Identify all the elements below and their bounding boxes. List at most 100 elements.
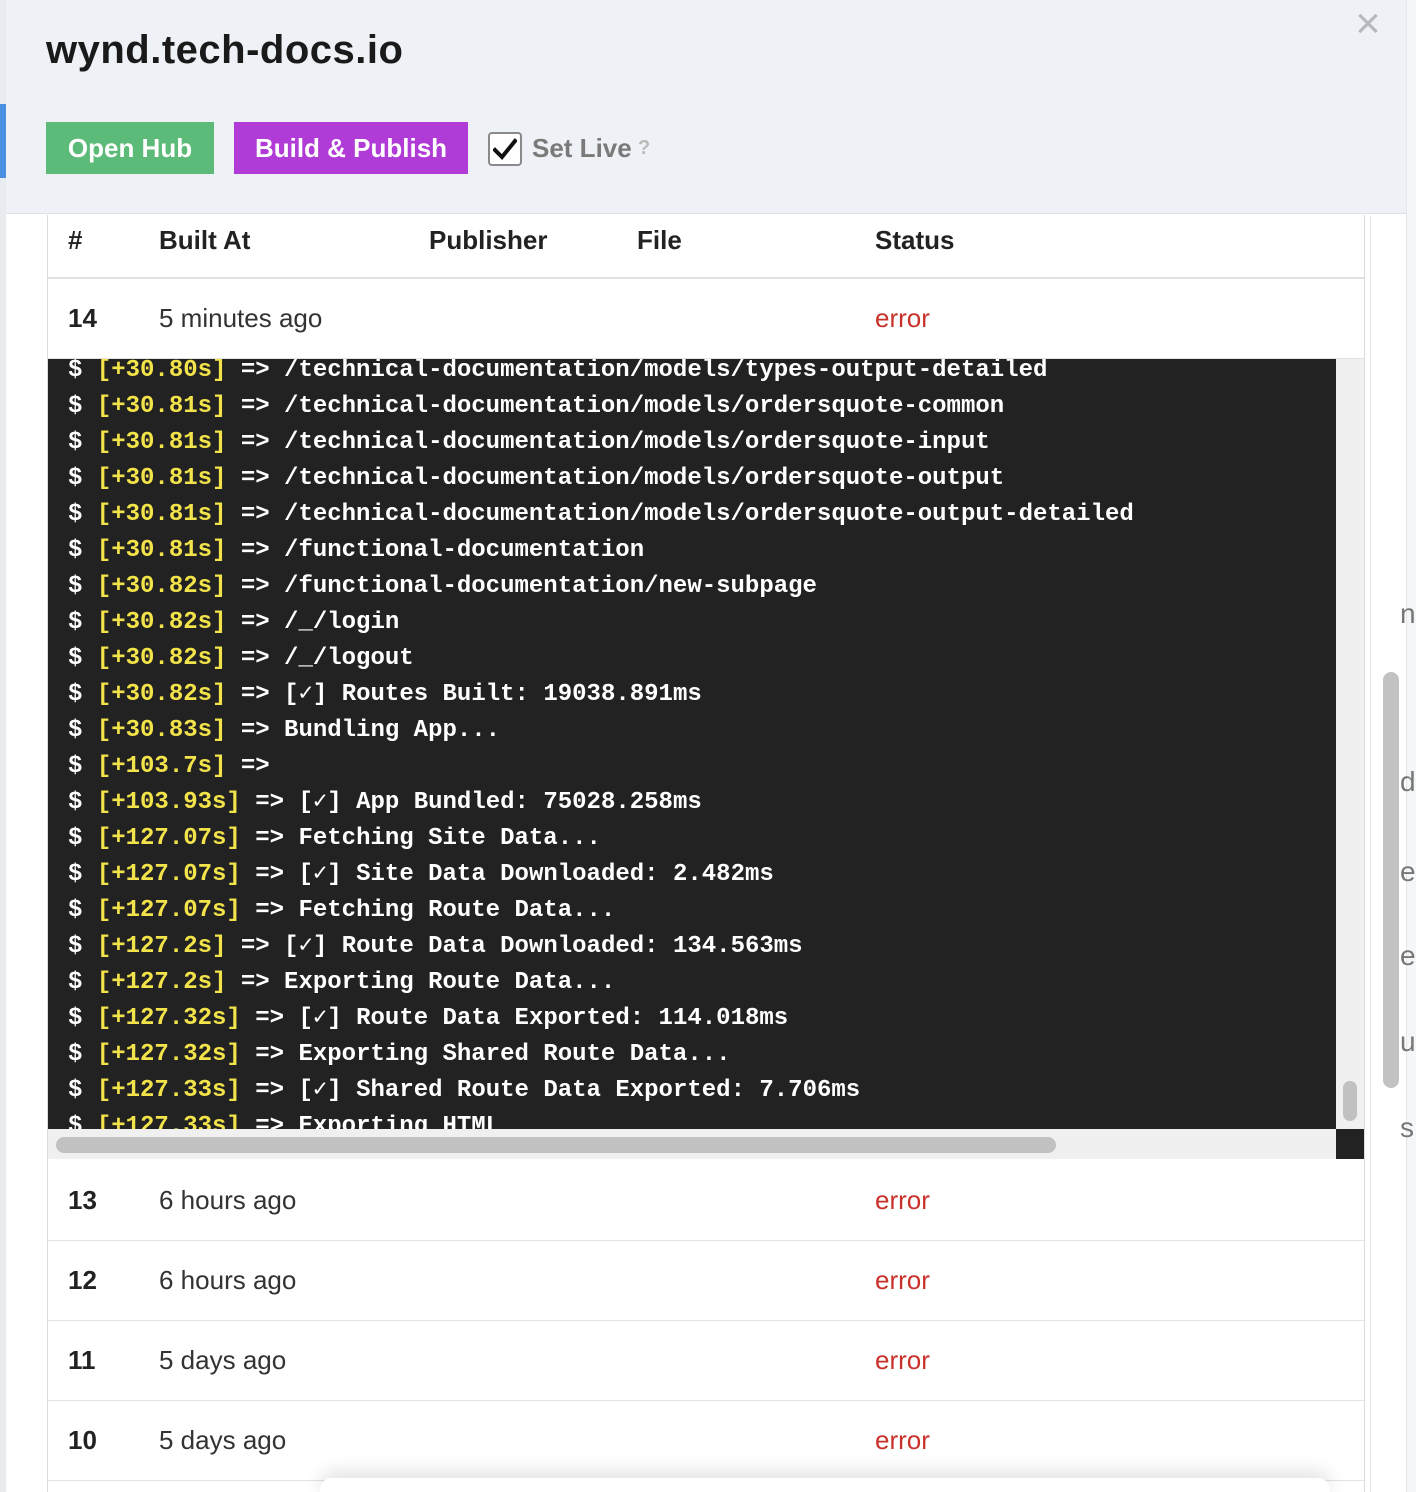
log-timestamp: [+127.07s]	[96, 825, 241, 852]
log-prompt: $	[68, 753, 97, 780]
log-line: $ [+30.82s] => /_/logout	[68, 641, 1134, 677]
build-number: 12	[68, 1265, 97, 1295]
log-line: $ [+30.82s] => [✓] Routes Built: 19038.8…	[68, 677, 1134, 713]
status-badge: error	[875, 1265, 930, 1295]
log-prompt: $	[68, 537, 97, 564]
log-line: $ [+30.81s] => /technical-documentation/…	[68, 389, 1134, 425]
log-line: $ [+127.2s] => Exporting Route Data...	[68, 965, 1134, 1001]
set-live-checkbox[interactable]	[488, 132, 522, 166]
status-badge: error	[875, 1345, 930, 1375]
log-prompt: $	[68, 645, 97, 672]
log-line: $ [+30.82s] => /_/login	[68, 605, 1134, 641]
help-icon[interactable]: ?	[638, 137, 650, 160]
column-header-file: File	[637, 225, 682, 255]
log-prompt: $	[68, 825, 97, 852]
log-line: $ [+127.2s] => [✓] Route Data Downloaded…	[68, 929, 1134, 965]
log-line: $ [+127.32s] => [✓] Route Data Exported:…	[68, 1001, 1134, 1037]
log-message: => [✓] Shared Route Data Exported: 7.706…	[240, 1077, 861, 1104]
log-prompt: $	[68, 897, 97, 924]
log-message: => /functional-documentation	[226, 537, 645, 564]
column-header-publisher: Publisher	[429, 225, 548, 255]
table-row[interactable]: 13 6 hours ago error	[48, 1161, 1364, 1241]
log-line: $ [+30.81s] => /technical-documentation/…	[68, 425, 1134, 461]
close-icon[interactable]: ×	[1348, 2, 1388, 46]
log-timestamp: [+30.82s]	[96, 573, 227, 600]
log-timestamp: [+30.82s]	[96, 645, 227, 672]
bottom-overlay-edge	[320, 1478, 1330, 1492]
log-prompt: $	[68, 1077, 97, 1104]
background-text-fragment: e	[1400, 940, 1416, 971]
checkmark-icon	[493, 138, 517, 160]
modal-scrollbar-thumb[interactable]	[1383, 672, 1399, 1088]
log-message: => [✓] Site Data Downloaded: 2.482ms	[240, 861, 774, 888]
log-line: $ [+103.7s] =>	[68, 749, 1134, 785]
build-number: 10	[68, 1425, 97, 1455]
log-vertical-scrollbar[interactable]	[1336, 359, 1364, 1129]
table-row[interactable]: 10 5 days ago error	[48, 1401, 1364, 1481]
status-badge: error	[875, 1425, 930, 1455]
log-timestamp: [+127.32s]	[96, 1005, 241, 1032]
log-prompt: $	[68, 465, 97, 492]
table-row-expanded[interactable]: 14 5 minutes ago error	[48, 279, 1364, 359]
builds-table: # Built At Publisher File Status 14 5 mi…	[47, 215, 1365, 1492]
log-message: => /technical-documentation/models/types…	[226, 359, 1048, 384]
build-number: 11	[68, 1345, 96, 1375]
log-line: $ [+127.07s] => Fetching Site Data...	[68, 821, 1134, 857]
background-text-fragment: u	[1400, 1026, 1416, 1057]
log-timestamp: [+30.81s]	[96, 501, 227, 528]
built-at: 5 days ago	[159, 1345, 287, 1375]
background-page-left	[0, 0, 6, 1492]
built-at: 6 hours ago	[159, 1265, 297, 1295]
log-timestamp: [+30.80s]	[96, 359, 227, 384]
log-prompt: $	[68, 789, 97, 816]
build-log[interactable]: $ [+30.80s] => /technical-documentation/…	[48, 359, 1364, 1159]
log-prompt: $	[68, 573, 97, 600]
log-message: => Exporting Shared Route Data...	[240, 1041, 731, 1068]
log-line: $ [+30.81s] => /functional-documentation	[68, 533, 1134, 569]
log-prompt: $	[68, 861, 97, 888]
log-vertical-scroll-thumb[interactable]	[1343, 1081, 1357, 1121]
log-line: $ [+127.07s] => [✓] Site Data Downloaded…	[68, 857, 1134, 893]
table-row[interactable]: 12 6 hours ago error	[48, 1241, 1364, 1321]
status-badge: error	[875, 303, 930, 333]
build-publish-button[interactable]: Build & Publish	[234, 122, 468, 174]
log-message: => Fetching Route Data...	[240, 897, 616, 924]
log-line: $ [+127.33s] => [✓] Shared Route Data Ex…	[68, 1073, 1134, 1109]
log-timestamp: [+127.07s]	[96, 861, 241, 888]
log-line: $ [+30.82s] => /functional-documentation…	[68, 569, 1134, 605]
log-prompt: $	[68, 681, 97, 708]
log-timestamp: [+30.83s]	[96, 717, 227, 744]
log-prompt: $	[68, 609, 97, 636]
open-hub-button[interactable]: Open Hub	[46, 122, 214, 174]
built-at: 5 days ago	[159, 1425, 287, 1455]
log-prompt: $	[68, 429, 97, 456]
log-prompt: $	[68, 1005, 97, 1032]
table-row[interactable]: 11 5 days ago error	[48, 1321, 1364, 1401]
log-message: => /technical-documentation/models/order…	[226, 501, 1134, 528]
site-title: wynd.tech-docs.io	[46, 28, 404, 72]
log-timestamp: [+127.32s]	[96, 1041, 241, 1068]
log-timestamp: [+30.81s]	[96, 465, 227, 492]
log-horizontal-scroll-thumb[interactable]	[56, 1137, 1056, 1153]
scrollbar-corner	[1336, 1129, 1364, 1159]
log-timestamp: [+127.33s]	[96, 1077, 241, 1104]
log-message: => /_/logout	[226, 645, 414, 672]
log-timestamp: [+30.81s]	[96, 537, 227, 564]
log-prompt: $	[68, 933, 97, 960]
log-message: => /technical-documentation/models/order…	[226, 429, 990, 456]
modal-header: wynd.tech-docs.io × Open Hub Build & Pub…	[6, 0, 1406, 214]
column-header-number: #	[68, 225, 83, 255]
log-timestamp: [+127.2s]	[96, 969, 227, 996]
log-message: => [✓] Route Data Exported: 114.018ms	[240, 1005, 789, 1032]
log-message: => /_/login	[226, 609, 400, 636]
log-timestamp: [+103.93s]	[96, 789, 241, 816]
background-text-fragment: s	[1400, 1112, 1414, 1143]
status-badge: error	[875, 1185, 930, 1215]
log-message: => /functional-documentation/new-subpage	[226, 573, 817, 600]
log-horizontal-scrollbar[interactable]	[48, 1129, 1336, 1159]
column-header-status: Status	[875, 225, 955, 255]
log-message: =>	[226, 753, 270, 780]
background-text-fragment: n	[1400, 598, 1416, 629]
log-message: => Exporting Route Data...	[226, 969, 616, 996]
log-line: $ [+30.83s] => Bundling App...	[68, 713, 1134, 749]
